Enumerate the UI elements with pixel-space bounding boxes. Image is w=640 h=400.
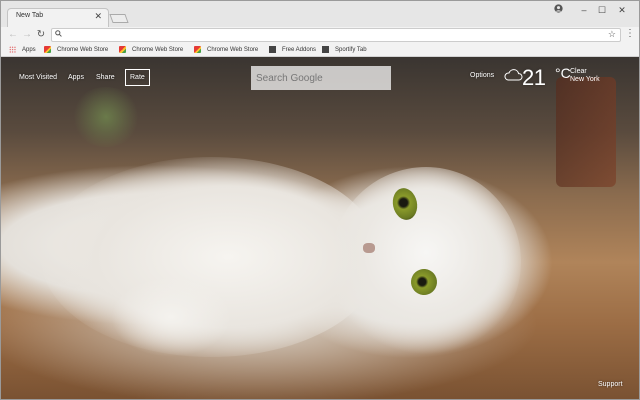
- bookmark-chrome-web-store[interactable]: Chrome Web Store: [44, 45, 108, 55]
- bookmark-free-addons[interactable]: Free Addons: [269, 45, 316, 55]
- addons-icon: [269, 45, 276, 53]
- tab-new-tab[interactable]: New Tab ✕: [7, 8, 109, 27]
- back-arrow-icon[interactable]: ←: [7, 29, 19, 41]
- tab-title: New Tab: [16, 12, 44, 19]
- weather-condition: Clear: [570, 68, 587, 75]
- bookmark-chrome-web-store[interactable]: Chrome Web Store: [119, 45, 183, 55]
- most-visited-link[interactable]: Most Visited: [19, 74, 57, 81]
- webstore-icon: [119, 45, 126, 53]
- forward-arrow-icon[interactable]: →: [21, 29, 33, 41]
- profile-icon[interactable]: [549, 4, 567, 16]
- bookmark-sportify-tab[interactable]: Sportify Tab: [322, 45, 367, 55]
- maximize-button[interactable]: ☐: [593, 4, 611, 16]
- cat-nose: [363, 243, 375, 253]
- options-link[interactable]: Options: [470, 72, 494, 79]
- bookmark-label: Chrome Web Store: [132, 47, 184, 53]
- support-link[interactable]: Support: [598, 381, 623, 388]
- background-plant: [71, 87, 141, 147]
- webstore-icon: [194, 45, 201, 53]
- bookmark-star-icon[interactable]: ☆: [608, 29, 616, 40]
- new-tab-page: Most Visited Apps Share Rate Options 21 …: [1, 57, 639, 399]
- kebab-menu-icon[interactable]: ⋮: [625, 28, 635, 39]
- bookmarks-bar: Apps Chrome Web Store Chrome Web Store C…: [1, 43, 639, 57]
- rate-button[interactable]: Rate: [125, 69, 150, 86]
- background-furniture: [556, 77, 616, 187]
- weather-city: New York: [570, 76, 600, 83]
- sportify-icon: [322, 45, 329, 53]
- cat-paw: [111, 277, 231, 357]
- cat-face: [331, 167, 521, 357]
- reload-icon[interactable]: ↻: [35, 29, 47, 41]
- title-bar: New Tab ✕ – ☐ ✕: [1, 1, 639, 27]
- browser-toolbar: ← → ↻ ☆ ⋮: [1, 27, 639, 43]
- bookmark-label: Apps: [22, 47, 36, 53]
- apps-grid-icon: [9, 45, 16, 53]
- address-bar[interactable]: ☆: [51, 28, 621, 42]
- new-tab-button[interactable]: [109, 14, 129, 23]
- temperature-unit: °C: [555, 65, 571, 81]
- bookmark-apps[interactable]: Apps: [9, 45, 36, 55]
- cloud-icon: [503, 67, 523, 83]
- tab-close-icon[interactable]: ✕: [94, 11, 102, 21]
- share-link[interactable]: Share: [96, 74, 115, 81]
- browser-window: New Tab ✕ – ☐ ✕ ← → ↻ ☆ ⋮ Apps Chrome We…: [0, 0, 640, 400]
- temperature-value: 21: [522, 65, 546, 90]
- close-window-button[interactable]: ✕: [613, 4, 631, 16]
- search-input[interactable]: [251, 66, 391, 90]
- bookmark-label: Chrome Web Store: [207, 47, 259, 53]
- bookmark-label: Chrome Web Store: [57, 47, 109, 53]
- search-icon: [55, 30, 62, 39]
- bookmark-chrome-web-store[interactable]: Chrome Web Store: [194, 45, 258, 55]
- apps-link[interactable]: Apps: [68, 74, 84, 81]
- minimize-button[interactable]: –: [575, 4, 593, 16]
- webstore-icon: [44, 45, 51, 53]
- bookmark-label: Sportify Tab: [335, 47, 367, 53]
- bookmark-label: Free Addons: [282, 47, 317, 53]
